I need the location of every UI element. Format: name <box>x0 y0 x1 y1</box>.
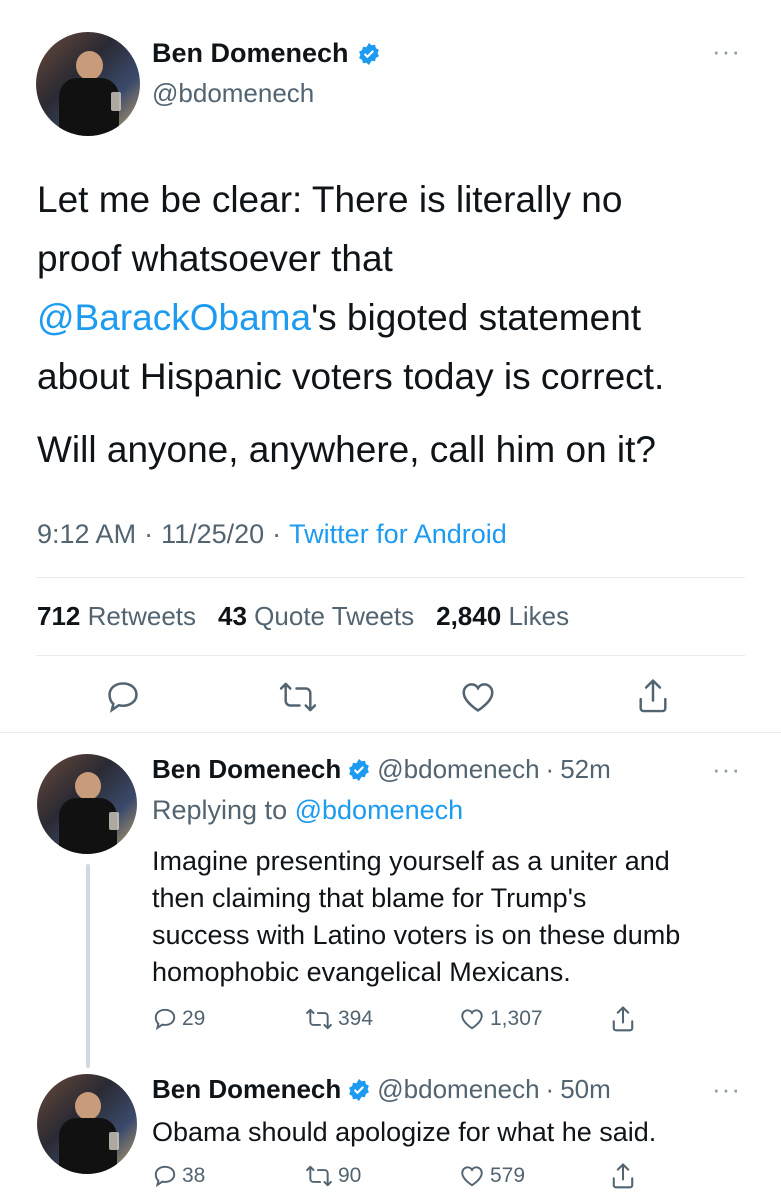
avatar[interactable] <box>37 754 137 854</box>
heart-icon <box>461 1166 483 1187</box>
verified-badge-icon <box>347 1078 371 1102</box>
like-button[interactable]: 579 <box>458 1163 525 1189</box>
verified-badge-icon <box>357 42 381 66</box>
tweet-meta: 9:12 AM · 11/25/20 · Twitter for Android <box>37 519 507 550</box>
author-name[interactable]: Ben Domenech <box>152 1074 341 1105</box>
author-name[interactable]: Ben Domenech <box>152 38 349 69</box>
author-handle[interactable]: @bdomenech <box>377 754 539 785</box>
avatar[interactable] <box>36 32 140 136</box>
reply-text: Imagine presenting yourself as a uniter … <box>152 846 681 987</box>
author-handle[interactable]: @bdomenech <box>152 78 314 109</box>
share-icon[interactable] <box>609 1004 637 1034</box>
heart-icon[interactable] <box>459 678 497 716</box>
reply-icon <box>154 1008 176 1031</box>
retweet-button[interactable]: 394 <box>304 1006 373 1032</box>
tweet-text-line: Will anyone, anywhere, call him on it? <box>37 429 657 470</box>
author-handle[interactable]: @bdomenech <box>377 1074 539 1105</box>
retweet-button[interactable]: 90 <box>304 1163 361 1189</box>
likes-stat[interactable]: 2,840 Likes <box>436 601 569 632</box>
more-options-icon[interactable]: ··· <box>712 1074 741 1105</box>
replying-to-handle[interactable]: @bdomenech <box>295 795 464 825</box>
mention-link[interactable]: @BarackObama <box>37 297 311 338</box>
reply-button[interactable]: 29 <box>152 1006 205 1032</box>
divider <box>0 732 781 733</box>
tweet-text-line: about Hispanic voters today is correct. <box>37 356 665 397</box>
author-name[interactable]: Ben Domenech <box>152 754 341 785</box>
share-icon[interactable] <box>634 676 672 716</box>
tweet-text-line: @BarackObama's bigoted statement <box>37 297 642 338</box>
more-options-icon[interactable]: ··· <box>712 754 741 785</box>
tweet-text-line: proof whatsoever that <box>37 238 393 279</box>
replying-to: Replying to @bdomenech <box>152 795 464 825</box>
retweet-icon <box>306 1165 332 1187</box>
verified-badge-icon <box>347 758 371 782</box>
divider <box>36 655 745 656</box>
tweet-stats: 712 Retweets 43 Quote Tweets 2,840 Likes <box>37 601 569 632</box>
retweets-stat[interactable]: 712 Retweets <box>37 601 196 632</box>
avatar[interactable] <box>37 1074 137 1174</box>
share-icon[interactable] <box>609 1161 637 1191</box>
reply-button[interactable]: 38 <box>152 1163 205 1189</box>
reply-icon <box>154 1165 176 1188</box>
reply-text: Obama should apologize for what he said. <box>152 1117 657 1147</box>
more-options-icon[interactable]: ··· <box>712 36 741 67</box>
reply-time[interactable]: 50m <box>560 1074 611 1105</box>
tweet-source[interactable]: Twitter for Android <box>289 519 507 550</box>
retweet-icon[interactable] <box>278 678 318 716</box>
tweet-time[interactable]: 9:12 AM <box>37 519 136 550</box>
reply-header: Ben Domenech @bdomenech · 52m <box>152 754 611 785</box>
quote-tweets-stat[interactable]: 43 Quote Tweets <box>218 601 414 632</box>
tweet-date[interactable]: 11/25/20 <box>161 519 264 550</box>
retweet-icon <box>306 1008 332 1030</box>
thread-line <box>86 864 90 1068</box>
divider <box>36 577 745 578</box>
heart-icon <box>461 1009 483 1030</box>
tweet-text: Let me be clear: There is literally no p… <box>37 170 757 479</box>
author-name-row: Ben Domenech <box>152 38 381 69</box>
like-button[interactable]: 1,307 <box>458 1006 543 1032</box>
reply-header: Ben Domenech @bdomenech · 50m <box>152 1074 611 1105</box>
reply-icon[interactable] <box>104 678 142 716</box>
reply-time[interactable]: 52m <box>560 754 611 785</box>
tweet-text-line: Let me be clear: There is literally no <box>37 179 623 220</box>
